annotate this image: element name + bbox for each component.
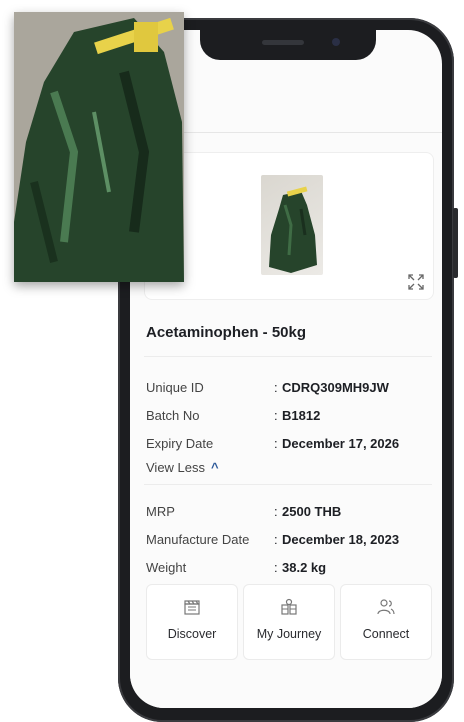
detail-label: Batch No: [146, 408, 200, 423]
detail-colon: :: [274, 560, 278, 575]
product-image-card[interactable]: [144, 152, 434, 300]
detail-row-unique-id: Unique ID : CDRQ309MH9JW: [146, 380, 436, 400]
clapperboard-icon: [184, 600, 200, 615]
detail-label: Weight: [146, 560, 187, 575]
detail-colon: :: [274, 436, 278, 451]
product-title-row: Acetaminophen - 50kg: [144, 312, 432, 357]
detail-colon: :: [274, 504, 278, 519]
action-bar: Discover My Journey Connect: [146, 584, 432, 660]
journey-map-icon: [281, 598, 297, 615]
discover-label: Discover: [167, 627, 217, 641]
detail-colon: :: [274, 380, 278, 395]
connect-button[interactable]: Connect: [340, 584, 432, 660]
detail-colon: :: [274, 532, 278, 547]
detail-value: December 17, 2026: [282, 436, 400, 451]
green-bag-zoom-image: [14, 12, 184, 282]
speaker-grille: [262, 40, 304, 45]
product-thumbnail[interactable]: [261, 175, 323, 275]
discover-button[interactable]: Discover: [146, 584, 238, 660]
detail-value: 2500 THB: [282, 504, 342, 519]
users-icon: [377, 599, 395, 615]
detail-row-mrp: MRP : 2500 THB: [146, 504, 436, 524]
view-less-label: View Less: [146, 460, 206, 475]
detail-value: 38.2 kg: [282, 560, 327, 575]
view-less-toggle[interactable]: View Less ^: [146, 460, 219, 475]
zoomed-product-photo: [14, 12, 184, 282]
details-divider: [144, 484, 432, 485]
detail-row-weight: Weight : 38.2 kg: [146, 560, 436, 580]
green-bag-image: [269, 186, 317, 273]
phone-side-button: [453, 208, 458, 278]
detail-label: Expiry Date: [146, 436, 214, 451]
detail-row-manufacture-date: Manufacture Date : December 18, 2023: [146, 532, 436, 552]
product-title: Acetaminophen - 50kg: [146, 324, 307, 341]
phone-notch: [200, 30, 376, 60]
detail-value: December 18, 2023: [282, 532, 400, 547]
detail-row-expiry-date: Expiry Date : December 17, 2026: [146, 436, 436, 456]
detail-label: Unique ID: [146, 380, 204, 395]
my-journey-label: My Journey: [256, 627, 322, 641]
detail-row-batch-no: Batch No : B1812: [146, 408, 436, 428]
front-camera: [332, 38, 340, 46]
chevron-up-icon: ^: [211, 460, 219, 475]
bottom-safe-area: [130, 668, 442, 708]
my-journey-button[interactable]: My Journey: [243, 584, 335, 660]
expand-icon[interactable]: [407, 273, 425, 291]
detail-label: Manufacture Date: [146, 532, 250, 547]
detail-value: CDRQ309MH9JW: [282, 380, 389, 395]
detail-colon: :: [274, 408, 278, 423]
detail-label: MRP: [146, 504, 175, 519]
detail-value: B1812: [282, 408, 321, 423]
connect-label: Connect: [362, 627, 410, 641]
